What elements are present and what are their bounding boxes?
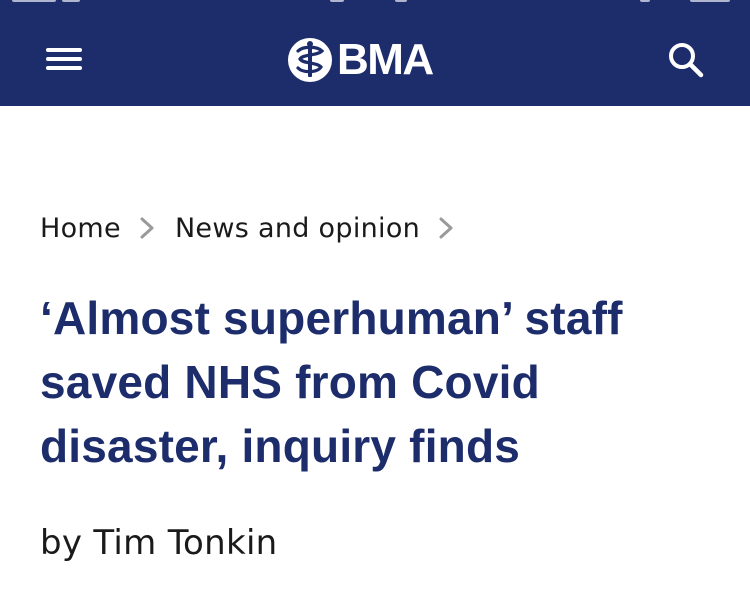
breadcrumb: Home News and opinion (40, 208, 474, 248)
bma-logo[interactable]: BMA (287, 34, 434, 86)
logo-wordmark: BMA (337, 35, 434, 84)
chevron-right-icon (439, 217, 453, 239)
search-button[interactable] (664, 38, 708, 82)
breadcrumb-news-link[interactable]: News and opinion (175, 213, 420, 244)
article-title: ‘Almost superhuman’ staff saved NHS from… (40, 292, 623, 472)
breadcrumb-home-link[interactable]: Home (40, 213, 121, 244)
article-byline: by Tim Tonkin (40, 523, 278, 563)
site-header: BMA (0, 0, 750, 106)
status-bar-remnant (0, 0, 750, 6)
bma-emblem-icon (288, 38, 332, 82)
search-icon (669, 43, 704, 78)
menu-button[interactable] (36, 34, 92, 84)
chevron-right-icon (140, 217, 154, 239)
